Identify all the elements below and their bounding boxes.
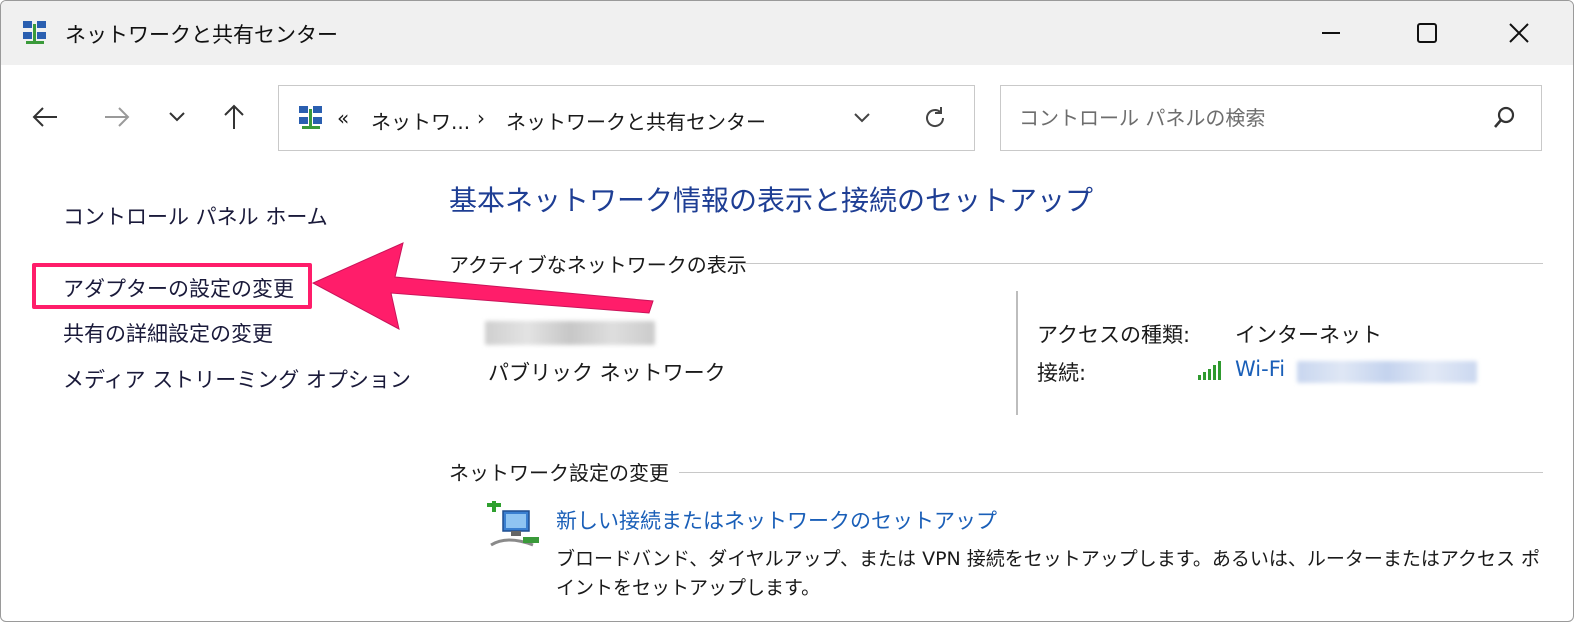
- annotation-highlight-box: [32, 263, 312, 309]
- forward-button[interactable]: [97, 99, 137, 135]
- refresh-button[interactable]: [917, 102, 953, 134]
- network-type-label: パブリック ネットワーク: [488, 361, 726, 385]
- new-connection-description: ブロードバンド、ダイヤルアップ、または VPN 接続をセットアップします。あるい…: [556, 548, 1540, 599]
- window-title: ネットワークと共有センター: [65, 23, 338, 47]
- close-button[interactable]: [1489, 11, 1549, 55]
- breadcrumb-parent[interactable]: ネットワ...: [371, 106, 470, 135]
- redacted-wifi-name: [1297, 361, 1477, 383]
- redacted-network-name: [485, 321, 655, 345]
- access-type-value: インターネット: [1235, 323, 1382, 347]
- navigation-bar: « ネットワ... › ネットワークと共有センター: [1, 65, 1573, 169]
- arrow-left-icon: [32, 107, 57, 127]
- chevron-down-icon: [854, 113, 870, 123]
- breadcrumb-current[interactable]: ネットワークと共有センター: [506, 106, 766, 135]
- search-box[interactable]: [1000, 85, 1542, 151]
- address-bar[interactable]: « ネットワ... › ネットワークと共有センター: [278, 85, 975, 151]
- search-icon[interactable]: [1491, 104, 1519, 132]
- sidebar-item-advanced-sharing-settings[interactable]: 共有の詳細設定の変更: [63, 318, 273, 348]
- vertical-divider: [1016, 291, 1018, 415]
- chevron-down-icon: [169, 112, 185, 122]
- page-title: 基本ネットワーク情報の表示と接続のセットアップ: [449, 184, 1094, 217]
- maximize-icon: [1417, 23, 1437, 43]
- search-input[interactable]: [1017, 102, 1461, 134]
- network-center-icon: [23, 21, 46, 44]
- section-divider: [679, 472, 1543, 473]
- maximize-button[interactable]: [1397, 11, 1457, 55]
- change-settings-heading: ネットワーク設定の変更: [449, 461, 669, 485]
- sidebar-item-control-panel-home[interactable]: コントロール パネル ホーム: [63, 201, 328, 231]
- arrow-right-icon: [105, 107, 130, 127]
- new-connection-icon: [487, 501, 539, 547]
- back-button[interactable]: [25, 99, 65, 135]
- wifi-signal-icon: [1198, 361, 1221, 380]
- network-sharing-center-window: ネットワークと共有センター « ネットワ... › ネットワークと共有センター …: [0, 0, 1574, 622]
- minimize-icon: [1322, 32, 1340, 34]
- breadcrumb-overflow[interactable]: «: [337, 106, 349, 130]
- network-center-icon: [299, 106, 322, 129]
- refresh-icon: [926, 107, 945, 127]
- sidebar-item-media-streaming-options[interactable]: メディア ストリーミング オプション: [63, 364, 411, 394]
- access-type-label: アクセスの種類:: [1037, 323, 1191, 347]
- arrow-up-icon: [224, 104, 244, 129]
- recent-locations-button[interactable]: [157, 99, 197, 135]
- new-connection-setup-link[interactable]: 新しい接続またはネットワークのセットアップ: [556, 505, 997, 535]
- title-bar[interactable]: ネットワークと共有センター: [1, 1, 1573, 65]
- active-networks-heading: アクティブなネットワークの表示: [449, 253, 747, 277]
- minimize-button[interactable]: [1301, 11, 1361, 55]
- address-dropdown-button[interactable]: [844, 102, 880, 134]
- up-button[interactable]: [214, 99, 254, 135]
- section-divider: [735, 263, 1543, 264]
- close-icon: [1509, 23, 1529, 43]
- breadcrumb-separator[interactable]: ›: [477, 106, 485, 130]
- connection-label: 接続:: [1037, 361, 1087, 385]
- wifi-connection-link[interactable]: Wi-Fi: [1235, 357, 1285, 381]
